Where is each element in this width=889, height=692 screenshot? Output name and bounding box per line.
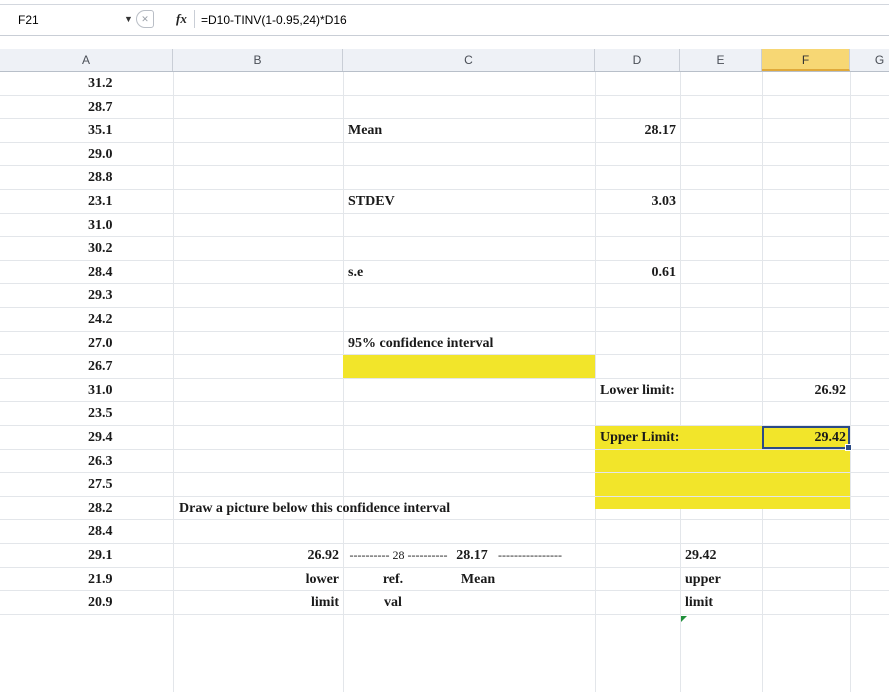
grid-row[interactable]: 20.9 limit val limit bbox=[0, 591, 889, 615]
cell-a-value[interactable]: 27.5 bbox=[0, 473, 173, 496]
se-value[interactable]: 0.61 bbox=[595, 261, 680, 284]
cell-a-value[interactable]: 31.0 bbox=[0, 379, 173, 402]
line-mean-value[interactable]: 28.17 bbox=[451, 544, 493, 567]
lower-limit-value[interactable]: 26.92 bbox=[762, 379, 850, 402]
cell-a-value[interactable]: 29.3 bbox=[0, 284, 173, 307]
column-header-b[interactable]: B bbox=[173, 49, 343, 71]
word-limit-lower[interactable]: limit bbox=[173, 591, 343, 614]
column-header-c[interactable]: C bbox=[343, 49, 595, 71]
cell-a-value[interactable]: 28.7 bbox=[0, 96, 173, 119]
line-dash-ref[interactable]: ---------- 28 ---------- bbox=[346, 544, 451, 567]
cell-a-value[interactable]: 24.2 bbox=[0, 308, 173, 331]
cell-a-value[interactable]: 28.4 bbox=[0, 520, 173, 543]
grid-row[interactable]: 31.2 bbox=[0, 72, 889, 96]
word-upper[interactable]: upper bbox=[680, 568, 762, 591]
grid-row[interactable]: 27.5 bbox=[0, 473, 889, 497]
grid-row[interactable]: 28.2 Draw a picture below this confidence… bbox=[0, 497, 889, 521]
grid-row[interactable]: 28.8 bbox=[0, 166, 889, 190]
grid-row[interactable]: 27.0 95% confidence interval bbox=[0, 332, 889, 356]
column-header-e[interactable]: E bbox=[680, 49, 762, 71]
grid-row[interactable]: 28.4 bbox=[0, 520, 889, 544]
stdev-value[interactable]: 3.03 bbox=[595, 190, 680, 213]
cell-a-value[interactable]: 28.4 bbox=[0, 261, 173, 284]
grid-row[interactable]: 31.0 bbox=[0, 214, 889, 238]
grid-row[interactable]: 26.3 bbox=[0, 450, 889, 474]
error-indicator-icon bbox=[681, 616, 687, 622]
insert-function-icon[interactable]: fx bbox=[176, 9, 187, 29]
ci-label[interactable]: 95% confidence interval bbox=[343, 332, 595, 355]
formula-bar: F21 ▼ ✕ fx =D10-TINV(1-0.95,24)*D16 bbox=[0, 0, 889, 36]
cell-a-value[interactable]: 29.4 bbox=[0, 426, 173, 449]
mean-value[interactable]: 28.17 bbox=[595, 119, 680, 142]
stdev-label[interactable]: STDEV bbox=[343, 190, 595, 213]
grid-row[interactable]: 23.1 STDEV 3.03 bbox=[0, 190, 889, 214]
cell-a-value[interactable]: 28.8 bbox=[0, 166, 173, 189]
selected-cell-f21[interactable] bbox=[762, 426, 852, 451]
cell-a-value[interactable]: 23.5 bbox=[0, 402, 173, 425]
line-upper-value[interactable]: 29.42 bbox=[680, 544, 762, 567]
cell-a-value[interactable]: 28.2 bbox=[0, 497, 173, 520]
upper-limit-label[interactable]: Upper Limit: bbox=[595, 426, 762, 449]
grid-row[interactable]: 26.7 bbox=[0, 355, 889, 379]
line-dash-upper[interactable]: ---------------- bbox=[494, 544, 674, 567]
cell-a-value[interactable]: 30.2 bbox=[0, 237, 173, 260]
cell-a-value[interactable]: 35.1 bbox=[0, 119, 173, 142]
cell-a-value[interactable]: 21.9 bbox=[0, 568, 173, 591]
grid-row[interactable]: 28.7 bbox=[0, 96, 889, 120]
column-header-g[interactable]: G bbox=[850, 49, 889, 71]
cell-a-value[interactable]: 29.0 bbox=[0, 143, 173, 166]
cell-a-value[interactable]: 26.7 bbox=[0, 355, 173, 378]
cell-a-value[interactable]: 31.0 bbox=[0, 214, 173, 237]
grid-row[interactable]: 21.9 lower ref. Mean upper bbox=[0, 568, 889, 592]
word-lower[interactable]: lower bbox=[173, 568, 343, 591]
cell-a-value[interactable]: 27.0 bbox=[0, 332, 173, 355]
name-box-dropdown-icon[interactable]: ▼ bbox=[124, 9, 133, 29]
grid-row[interactable]: 29.0 bbox=[0, 143, 889, 167]
fill-handle[interactable] bbox=[845, 444, 852, 451]
column-header-d[interactable]: D bbox=[595, 49, 680, 71]
grid-row[interactable]: 23.5 bbox=[0, 402, 889, 426]
grid-row[interactable]: 29.4 Upper Limit: 29.42 bbox=[0, 426, 889, 450]
grid-row[interactable]: 29.1 26.92 ---------- 28 ---------- 28.17 --… bbox=[0, 544, 889, 568]
cancel-entry-icon[interactable]: ✕ bbox=[136, 10, 154, 28]
grid-row[interactable]: 28.4 s.e 0.61 bbox=[0, 261, 889, 285]
grid-row[interactable]: 30.2 bbox=[0, 237, 889, 261]
cell-a-value[interactable]: 20.9 bbox=[0, 591, 173, 614]
word-ref[interactable]: ref. bbox=[343, 568, 443, 591]
name-box[interactable]: F21 bbox=[4, 10, 114, 30]
word-limit-upper[interactable]: limit bbox=[680, 591, 762, 614]
grid-row[interactable]: 24.2 bbox=[0, 308, 889, 332]
word-val[interactable]: val bbox=[343, 591, 443, 614]
cell-a-value[interactable]: 29.1 bbox=[0, 544, 173, 567]
cell-a-value[interactable]: 31.2 bbox=[0, 72, 173, 95]
grid-row[interactable]: 35.1 Mean 28.17 bbox=[0, 119, 889, 143]
se-label[interactable]: s.e bbox=[343, 261, 595, 284]
grid-row[interactable]: 31.0 Lower limit: 26.92 bbox=[0, 379, 889, 403]
formula-input[interactable]: =D10-TINV(1-0.95,24)*D16 bbox=[201, 10, 347, 30]
word-mean[interactable]: Mean bbox=[443, 568, 513, 591]
column-header-a[interactable]: A bbox=[0, 49, 173, 71]
spreadsheet-grid[interactable]: 31.2 28.7 35.1 Mean 28.17 29.0 28.8 23.1 STDEV 3.… bbox=[0, 72, 889, 692]
cell-a-value[interactable]: 23.1 bbox=[0, 190, 173, 213]
lower-limit-label[interactable]: Lower limit: bbox=[595, 379, 762, 402]
column-header-bar: A B C D E F G bbox=[0, 49, 889, 72]
draw-note[interactable]: Draw a picture below this confidence int… bbox=[173, 497, 595, 520]
cell-a-value[interactable]: 26.3 bbox=[0, 450, 173, 473]
grid-row[interactable]: 29.3 bbox=[0, 284, 889, 308]
column-header-f[interactable]: F bbox=[762, 49, 850, 71]
line-lower-value[interactable]: 26.92 bbox=[173, 544, 343, 567]
mean-label[interactable]: Mean bbox=[343, 119, 595, 142]
